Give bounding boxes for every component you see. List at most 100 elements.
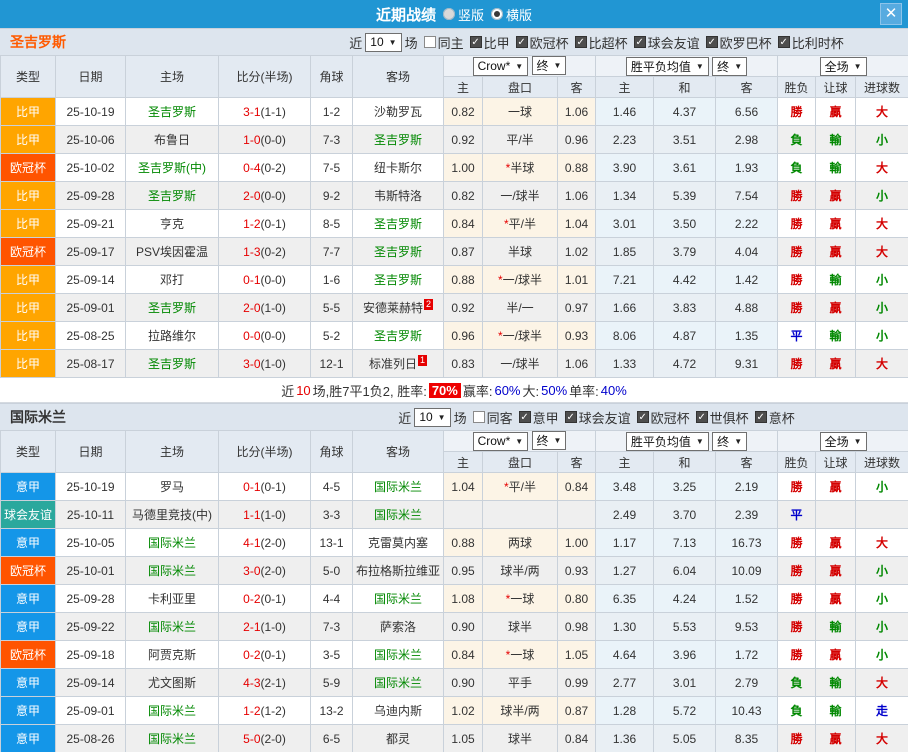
col-date: 日期 (55, 55, 126, 98)
score-cell: 0-2(0-1) (218, 584, 311, 613)
away-odds-cell: 0.84 (557, 472, 596, 501)
corner-cell: 5-9 (310, 668, 353, 697)
avg-lose-cell: 1.52 (714, 584, 779, 613)
match-row: 比甲 25-10-19 圣吉罗斯 3-1(1-1) 1-2 沙勒罗瓦 0.82 一球 1.06 1… (0, 97, 908, 126)
avg-lose-cell: 8.35 (714, 724, 779, 752)
match-type-cell: 欧冠杯 (0, 556, 56, 585)
same-venue-checkbox[interactable]: 同主 (423, 33, 464, 52)
match-date-cell: 25-10-06 (55, 125, 126, 154)
avg-draw-cell: 3.70 (653, 500, 716, 529)
near-label: 近 (349, 35, 363, 51)
league-filter-checkbox[interactable]: ✓ 欧冠杯 (636, 408, 690, 427)
subcol-let: 让球 (815, 76, 857, 98)
league-filter-checkbox[interactable]: ✓ 球会友谊 (633, 33, 700, 52)
match-type-cell: 意甲 (0, 528, 56, 557)
match-date-cell: 25-10-19 (55, 97, 126, 126)
score-cell: 3-0(2-0) (218, 556, 311, 585)
league-filter-checkbox[interactable]: ✓ 比甲 (469, 33, 510, 52)
avg-odds-dropdown[interactable]: 胜平负均值 ▼ (625, 431, 709, 451)
layout-radio-vertical[interactable]: 竖版 (442, 5, 484, 24)
avg-odds-dropdown[interactable]: 胜平负均值 ▼ (625, 56, 709, 76)
result-goals-cell: 大 (855, 237, 908, 266)
league-filter-checkbox[interactable]: ✓ 意杯 (754, 408, 795, 427)
result-handicap-cell: 贏 (815, 349, 857, 378)
handicap-cell: *平/半 (482, 472, 558, 501)
col-type: 类型 (0, 430, 56, 473)
final-avg-dropdown[interactable]: 终 ▼ (712, 56, 748, 76)
away-odds-cell: 0.80 (557, 584, 596, 613)
final-odds-dropdown[interactable]: 终 ▼ (531, 56, 567, 76)
result-wdl-cell: 平 (777, 321, 817, 350)
league-filter-checkbox[interactable]: ✓ 球会友谊 (564, 408, 631, 427)
league-filter-checkbox[interactable]: ✓ 欧罗巴杯 (705, 33, 772, 52)
avg-lose-cell: 9.53 (714, 612, 779, 641)
match-row: 球会友谊 25-10-11 马德里竞技(中) 1-1(1-0) 3-3 国际米兰 2.49 3… (0, 500, 908, 529)
home-odds-cell: 0.83 (443, 349, 483, 378)
radio-horizontal-label: 横版 (506, 7, 533, 23)
checkbox-checked-icon: ✓ (633, 36, 646, 48)
checkbox-checked-icon: ✓ (705, 36, 718, 48)
home-odds-cell: 0.87 (443, 237, 483, 266)
checkbox-checked-icon: ✓ (469, 36, 482, 48)
corner-cell: 9-2 (310, 181, 353, 210)
league-filter-checkbox[interactable]: ✓ 欧冠杯 (515, 33, 569, 52)
match-date-cell: 25-10-05 (55, 528, 126, 557)
layout-radio-horizontal[interactable]: 横版 (491, 5, 532, 24)
away-team-cell: 国际米兰 (352, 500, 444, 529)
away-team-cell: 萨索洛 (352, 612, 444, 641)
away-odds-cell: 0.99 (557, 668, 596, 697)
match-type-cell: 意甲 (0, 696, 56, 725)
score-cell: 1-2(0-1) (218, 209, 311, 238)
match-count-select[interactable]: 10 ▼ (414, 407, 451, 427)
bookmaker-dropdown[interactable]: Crow* ▼ (472, 56, 529, 76)
handicap-cell: 球半 (482, 724, 558, 752)
subcol-goals: 进球数 (855, 76, 908, 98)
corner-cell: 7-7 (310, 237, 353, 266)
corner-cell: 1-6 (310, 265, 353, 294)
home-odds-cell: 1.00 (443, 153, 483, 182)
bookmaker-dropdown[interactable]: Crow* ▼ (472, 431, 529, 451)
match-row: 比甲 25-10-06 布鲁日 1-0(0-0) 7-3 圣吉罗斯 0.92 平/半 0.96 2… (0, 125, 908, 154)
league-filter-checkbox[interactable]: ✓ 世俱杯 (695, 408, 749, 427)
fulltime-dropdown[interactable]: 全场 ▼ (819, 431, 867, 451)
match-date-cell: 25-09-28 (55, 181, 126, 210)
match-type-cell: 意甲 (0, 668, 56, 697)
away-team-cell: 圣吉罗斯 (352, 265, 444, 294)
away-odds-cell: 0.88 (557, 153, 596, 182)
final-avg-dropdown[interactable]: 终 ▼ (712, 431, 748, 451)
match-date-cell: 25-09-01 (55, 696, 126, 725)
avg-win-cell: 1.17 (595, 528, 654, 557)
result-wdl-cell: 勝 (777, 584, 817, 613)
match-row: 欧冠杯 25-09-17 PSV埃因霍温 1-3(0-2) 7-7 圣吉罗斯 0.87 半球 1… (0, 237, 908, 266)
result-goals-cell: 走 (855, 696, 908, 725)
result-goals-cell: 小 (855, 321, 908, 350)
score-cell: 5-0(2-0) (218, 724, 311, 752)
close-button[interactable]: ✕ (880, 3, 902, 25)
same-venue-checkbox[interactable]: 同客 (472, 408, 513, 427)
league-filter-checkbox[interactable]: ✓ 比超杯 (574, 33, 628, 52)
home-team-cell: PSV埃因霍温 (125, 237, 219, 266)
rank-badge: 1 (418, 355, 428, 366)
league-filter-checkbox[interactable]: ✓ 意甲 (518, 408, 559, 427)
league-filter-checkbox[interactable]: ✓ 比利时杯 (777, 33, 844, 52)
result-wdl-cell: 負 (777, 153, 817, 182)
match-count-select[interactable]: 10 ▼ (365, 32, 402, 52)
avg-draw-cell: 3.96 (653, 640, 716, 669)
subcol-avg-win: 主 (595, 451, 654, 473)
away-odds-cell: 1.00 (557, 528, 596, 557)
match-date-cell: 25-08-26 (55, 724, 126, 752)
avg-win-cell: 3.01 (595, 209, 654, 238)
result-goals-cell: 大 (855, 97, 908, 126)
match-row: 意甲 25-09-28 卡利亚里 0-2(0-1) 4-4 国际米兰 1.08 *一球 0.80… (0, 584, 908, 613)
avg-draw-cell: 3.61 (653, 153, 716, 182)
fulltime-dropdown[interactable]: 全场 ▼ (819, 56, 867, 76)
match-row: 比甲 25-09-14 邓打 0-1(0-0) 1-6 圣吉罗斯 0.88 *一/球半 1.01… (0, 265, 908, 294)
avg-lose-cell: 1.42 (714, 265, 779, 294)
avg-lose-cell: 9.31 (714, 349, 779, 378)
chevron-down-icon: ▼ (553, 61, 562, 71)
match-type-cell: 意甲 (0, 472, 56, 501)
score-cell: 2-0(0-0) (218, 181, 311, 210)
result-wdl-cell: 勝 (777, 237, 817, 266)
final-odds-dropdown[interactable]: 终 ▼ (531, 431, 567, 451)
away-odds-cell: 1.02 (557, 237, 596, 266)
